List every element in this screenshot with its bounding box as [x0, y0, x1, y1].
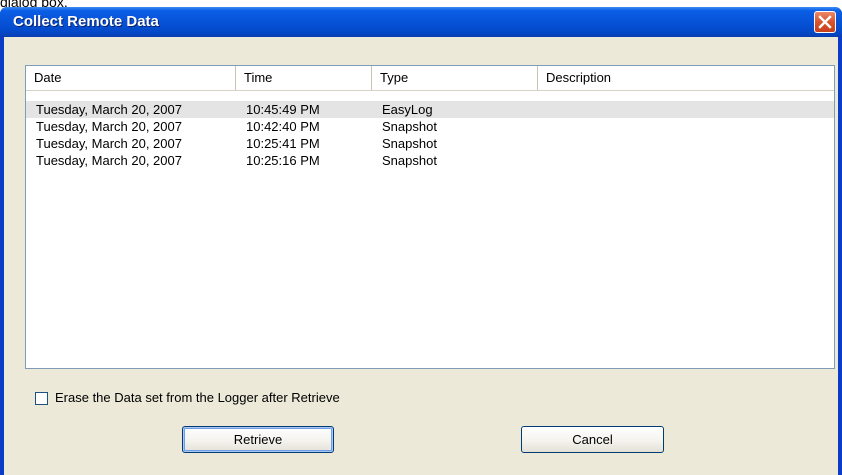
- list-header: Date Time Type Description: [26, 66, 834, 91]
- column-header-time[interactable]: Time: [236, 66, 372, 90]
- row-time: 10:25:41 PM: [246, 136, 320, 151]
- row-date: Tuesday, March 20, 2007: [36, 102, 182, 117]
- table-row[interactable]: Tuesday, March 20, 2007 10:42:40 PM Snap…: [26, 118, 834, 135]
- row-type: Snapshot: [382, 119, 437, 134]
- erase-data-checkbox-label[interactable]: Erase the Data set from the Logger after…: [55, 389, 340, 407]
- table-row[interactable]: Tuesday, March 20, 2007 10:25:16 PM Snap…: [26, 152, 834, 169]
- column-header-description[interactable]: Description: [538, 66, 834, 90]
- row-date: Tuesday, March 20, 2007: [36, 136, 182, 151]
- dialog-title: Collect Remote Data: [13, 13, 159, 30]
- table-row[interactable]: Tuesday, March 20, 2007 10:45:49 PM Easy…: [26, 101, 834, 118]
- row-time: 10:42:40 PM: [246, 119, 320, 134]
- column-header-date[interactable]: Date: [26, 66, 236, 90]
- title-bar[interactable]: Collect Remote Data: [0, 7, 842, 37]
- retrieve-button[interactable]: Retrieve: [182, 426, 334, 453]
- row-description: [540, 152, 548, 169]
- close-icon: [818, 15, 832, 29]
- row-date: Tuesday, March 20, 2007: [36, 119, 182, 134]
- row-type: Snapshot: [382, 136, 437, 151]
- collect-remote-data-dialog: Collect Remote Data Date Time Type Descr…: [0, 7, 842, 475]
- remote-data-list[interactable]: Date Time Type Description Tuesday, Marc…: [25, 65, 835, 369]
- row-time: 10:25:16 PM: [246, 153, 320, 168]
- close-button[interactable]: [814, 11, 836, 33]
- row-type: EasyLog: [382, 102, 433, 117]
- row-description: [540, 101, 548, 118]
- erase-data-checkbox[interactable]: [35, 392, 48, 405]
- row-description: [540, 135, 548, 152]
- row-time: 10:45:49 PM: [246, 102, 320, 117]
- table-row[interactable]: Tuesday, March 20, 2007 10:25:41 PM Snap…: [26, 135, 834, 152]
- column-header-type[interactable]: Type: [372, 66, 538, 90]
- row-type: Snapshot: [382, 153, 437, 168]
- cancel-button[interactable]: Cancel: [521, 426, 664, 453]
- dialog-client-area: Date Time Type Description Tuesday, Marc…: [4, 37, 838, 475]
- row-date: Tuesday, March 20, 2007: [36, 153, 182, 168]
- row-description: [540, 118, 548, 135]
